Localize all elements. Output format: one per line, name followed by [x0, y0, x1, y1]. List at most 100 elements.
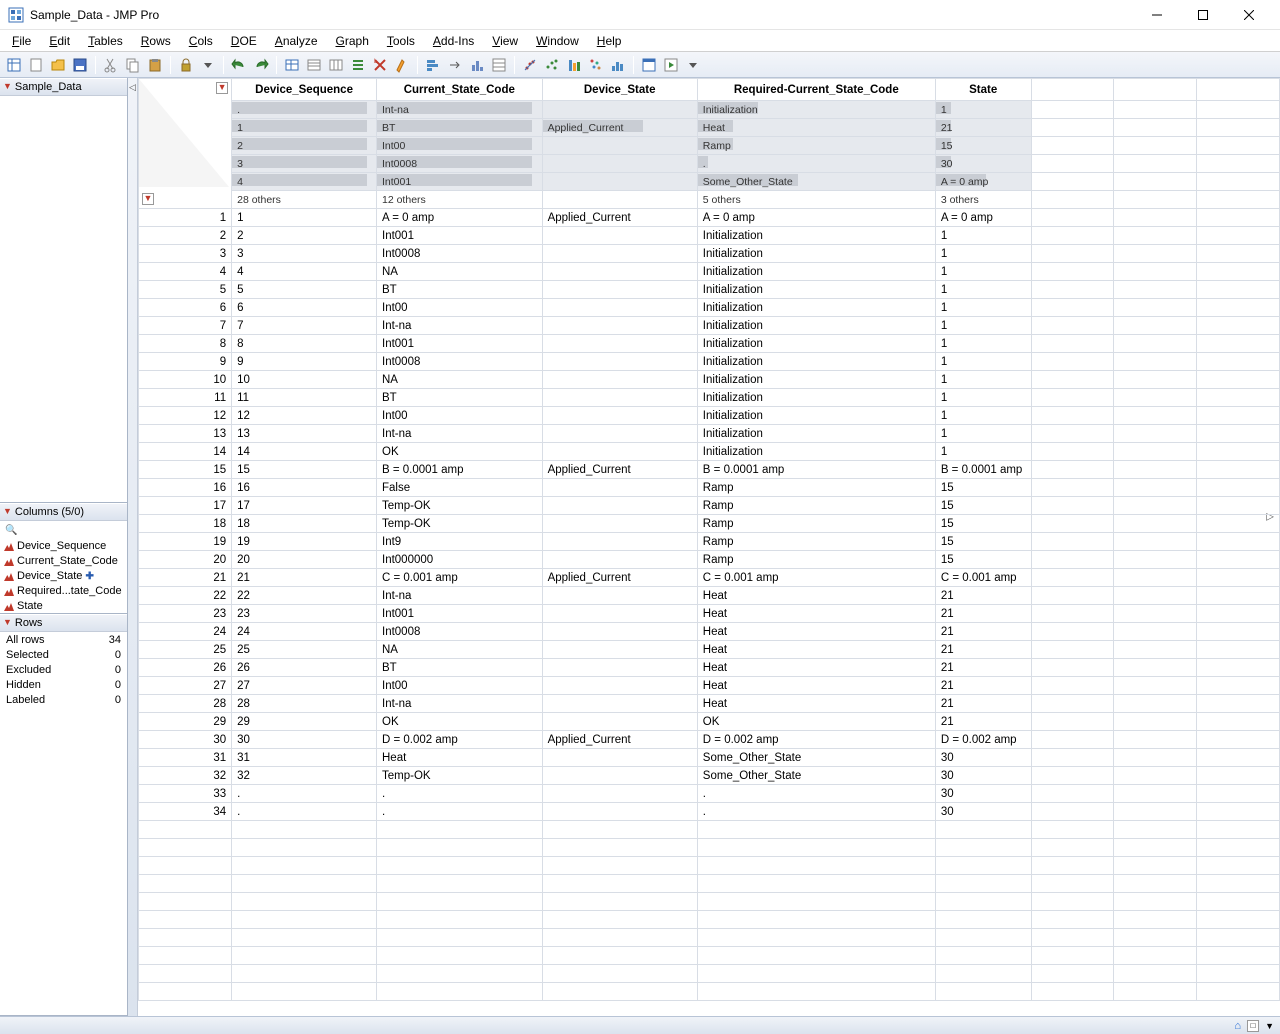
data-cell[interactable]: [542, 713, 697, 731]
column-header[interactable]: State: [935, 79, 1031, 101]
data-cell[interactable]: [542, 551, 697, 569]
data-cell[interactable]: Int001: [377, 227, 543, 245]
data-cell[interactable]: B = 0.0001 amp: [935, 461, 1031, 479]
data-cell[interactable]: 6: [232, 299, 377, 317]
data-cell[interactable]: [542, 299, 697, 317]
data-cell[interactable]: Heat: [697, 641, 935, 659]
data-cell[interactable]: D = 0.002 amp: [935, 731, 1031, 749]
data-cell[interactable]: 24: [232, 623, 377, 641]
data-cell[interactable]: Heat: [697, 695, 935, 713]
data-cell[interactable]: 4: [232, 263, 377, 281]
column-header[interactable]: Required-Current_State_Code: [697, 79, 935, 101]
data-cell[interactable]: Heat: [697, 677, 935, 695]
data-cell[interactable]: Ramp: [697, 497, 935, 515]
data-cell[interactable]: 2: [232, 227, 377, 245]
table-row[interactable]: 1313Int-naInitialization1: [139, 425, 1280, 443]
data-cell[interactable]: Int00: [377, 299, 543, 317]
data-cell[interactable]: 9: [232, 353, 377, 371]
data-cell[interactable]: Ramp: [697, 515, 935, 533]
row-number[interactable]: 6: [139, 299, 232, 317]
data-cell[interactable]: 30: [935, 749, 1031, 767]
filter-summary-cell[interactable]: Initialization: [697, 101, 935, 119]
rows-count-row[interactable]: Hidden0: [2, 679, 125, 694]
data-cell[interactable]: Heat: [377, 749, 543, 767]
table-row[interactable]: 88Int001Initialization1: [139, 335, 1280, 353]
play-icon[interactable]: [661, 55, 681, 75]
row-number[interactable]: 11: [139, 389, 232, 407]
column-menu-icon[interactable]: ▼: [216, 82, 228, 94]
data-cell[interactable]: 1: [935, 245, 1031, 263]
status-menu-button[interactable]: □: [1247, 1020, 1259, 1032]
table-row[interactable]: 33Int0008Initialization1: [139, 245, 1280, 263]
data-cell[interactable]: Initialization: [697, 299, 935, 317]
data-cell[interactable]: 30: [935, 767, 1031, 785]
data-cell[interactable]: Some_Other_State: [697, 767, 935, 785]
data-cell[interactable]: Int-na: [377, 587, 543, 605]
data-cell[interactable]: NA: [377, 641, 543, 659]
lock-icon[interactable]: [176, 55, 196, 75]
data-cell[interactable]: D = 0.002 amp: [697, 731, 935, 749]
filter-summary-cell[interactable]: [542, 173, 697, 191]
row-number[interactable]: 1: [139, 209, 232, 227]
data-cell[interactable]: 1: [935, 263, 1031, 281]
data-cell[interactable]: [542, 659, 697, 677]
menu-cols[interactable]: Cols: [181, 32, 221, 50]
row-number[interactable]: 9: [139, 353, 232, 371]
arrow-icon[interactable]: [445, 55, 465, 75]
table-row[interactable]: 1414OKInitialization1: [139, 443, 1280, 461]
table-row[interactable]: 2020Int000000Ramp15: [139, 551, 1280, 569]
row-number[interactable]: 34: [139, 803, 232, 821]
dropdown-icon[interactable]: ▼: [1265, 1021, 1274, 1031]
dropdown-icon[interactable]: [198, 55, 218, 75]
copy-icon[interactable]: [123, 55, 143, 75]
data-cell[interactable]: 15: [935, 533, 1031, 551]
data-cell[interactable]: 3: [232, 245, 377, 263]
panel-header-table[interactable]: ▼ Sample_Data ▷: [0, 78, 127, 96]
row-menu-icon[interactable]: ▼: [142, 193, 154, 205]
filter-summary-cell[interactable]: Int00: [377, 137, 543, 155]
row-number[interactable]: 30: [139, 731, 232, 749]
close-button[interactable]: [1226, 0, 1272, 30]
data-table[interactable]: ▼▼Device_SequenceCurrent_State_CodeDevic…: [138, 78, 1280, 1001]
data-cell[interactable]: A = 0 amp: [697, 209, 935, 227]
minimize-button[interactable]: [1134, 0, 1180, 30]
data-cell[interactable]: Int-na: [377, 695, 543, 713]
data-cell[interactable]: 15: [232, 461, 377, 479]
table-row[interactable]: 3030D = 0.002 ampApplied_CurrentD = 0.00…: [139, 731, 1280, 749]
data-cell[interactable]: Temp-OK: [377, 767, 543, 785]
home-icon[interactable]: ⌂: [1234, 1020, 1241, 1032]
data-cell[interactable]: OK: [377, 443, 543, 461]
data-cell[interactable]: 17: [232, 497, 377, 515]
table-row[interactable]: 2525NAHeat21: [139, 641, 1280, 659]
table-icon[interactable]: [282, 55, 302, 75]
filter-summary-cell[interactable]: [542, 191, 697, 209]
ystacked-icon[interactable]: [564, 55, 584, 75]
data-cell[interactable]: 28: [232, 695, 377, 713]
data-cell[interactable]: 21: [935, 587, 1031, 605]
data-cell[interactable]: [542, 281, 697, 299]
data-cell[interactable]: 15: [935, 515, 1031, 533]
row-number[interactable]: 23: [139, 605, 232, 623]
row-number[interactable]: 4: [139, 263, 232, 281]
data-cell[interactable]: Int000000: [377, 551, 543, 569]
data-cell[interactable]: 15: [935, 497, 1031, 515]
data-cell[interactable]: 1: [935, 389, 1031, 407]
data-cell[interactable]: Int0008: [377, 623, 543, 641]
filter-summary-cell[interactable]: Int001: [377, 173, 543, 191]
table-row[interactable]: 2626BTHeat21: [139, 659, 1280, 677]
row-number[interactable]: 31: [139, 749, 232, 767]
data-cell[interactable]: Int0008: [377, 353, 543, 371]
column-header-empty[interactable]: [1114, 79, 1197, 101]
table-corner[interactable]: ▼▼: [139, 79, 232, 209]
data-cell[interactable]: OK: [697, 713, 935, 731]
filter-summary-cell[interactable]: BT: [377, 119, 543, 137]
data-cell[interactable]: 1: [935, 335, 1031, 353]
open-icon[interactable]: [48, 55, 68, 75]
data-cell[interactable]: [542, 353, 697, 371]
rows-count-row[interactable]: All rows34: [2, 634, 125, 649]
data-cell[interactable]: C = 0.001 amp: [377, 569, 543, 587]
data-cell[interactable]: 21: [935, 677, 1031, 695]
data-cell[interactable]: [542, 515, 697, 533]
data-cell[interactable]: Initialization: [697, 443, 935, 461]
column-header[interactable]: Current_State_Code: [377, 79, 543, 101]
